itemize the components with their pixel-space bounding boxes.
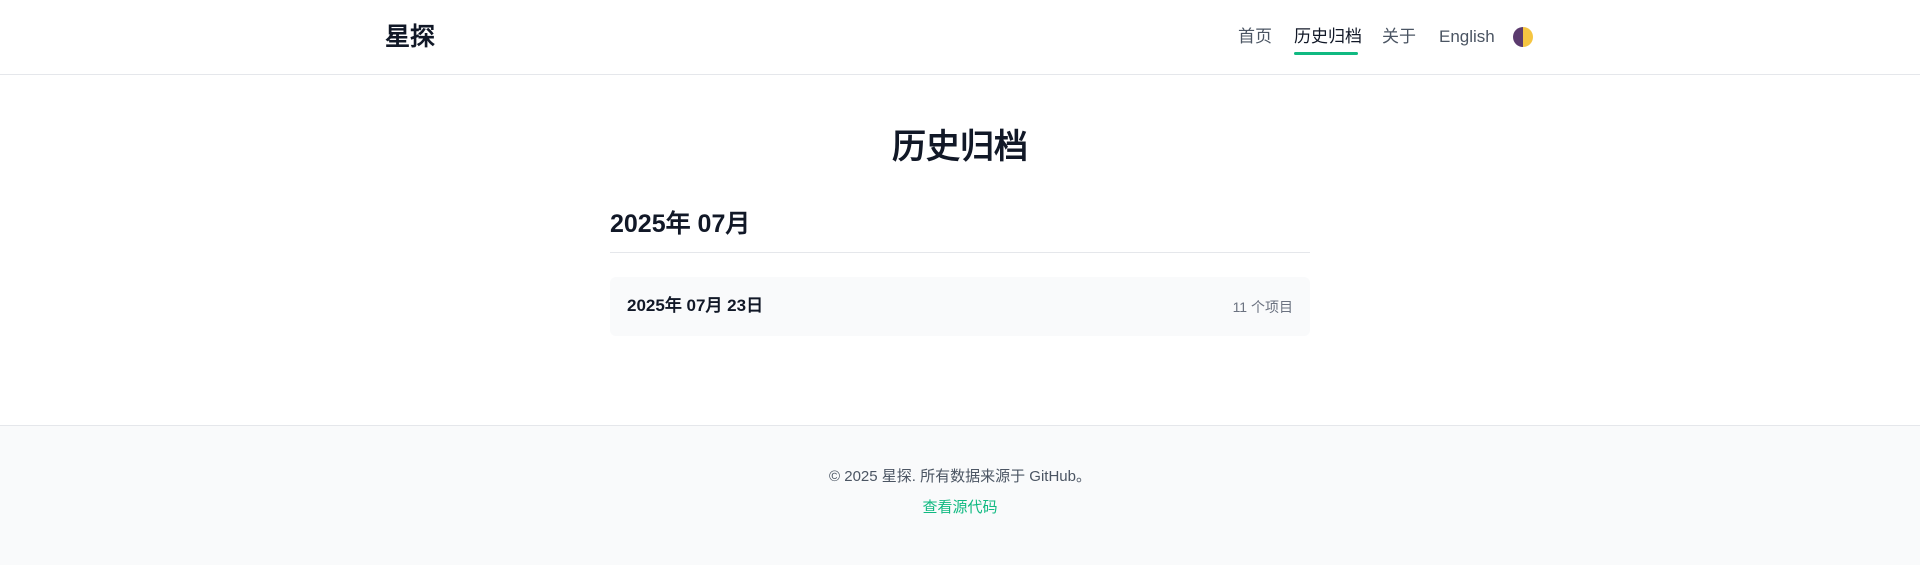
theme-toggle-icon[interactable] — [1513, 27, 1533, 47]
nav-language-english[interactable]: English — [1439, 23, 1495, 51]
archive-day-date: 2025年 07月 23日 — [627, 296, 764, 315]
archive-day-item[interactable]: 2025年 07月 23日 11 个项目 — [610, 277, 1310, 336]
month-heading: 2025年 07月 — [610, 210, 751, 238]
site-logo[interactable]: 星探 — [385, 18, 435, 56]
site-header: 星探 首页 历史归档 关于 English — [0, 0, 1920, 75]
footer-source-link-row: 查看源代码 — [0, 497, 1920, 519]
nav-about[interactable]: 关于 — [1382, 23, 1416, 51]
archive-day-count: 11 个项目 — [1232, 299, 1293, 315]
footer-copyright: © 2025 星探. 所有数据来源于 GitHub。 — [829, 468, 1091, 485]
month-divider — [610, 252, 1310, 253]
page-title: 历史归档 — [892, 128, 1028, 166]
view-source-link[interactable]: 查看源代码 — [922, 499, 997, 516]
nav-archive[interactable]: 历史归档 — [1294, 23, 1362, 51]
nav-home[interactable]: 首页 — [1238, 23, 1272, 51]
site-footer: © 2025 星探. 所有数据来源于 GitHub。 查看源代码 — [0, 425, 1920, 565]
nav-active-indicator — [1294, 52, 1358, 55]
